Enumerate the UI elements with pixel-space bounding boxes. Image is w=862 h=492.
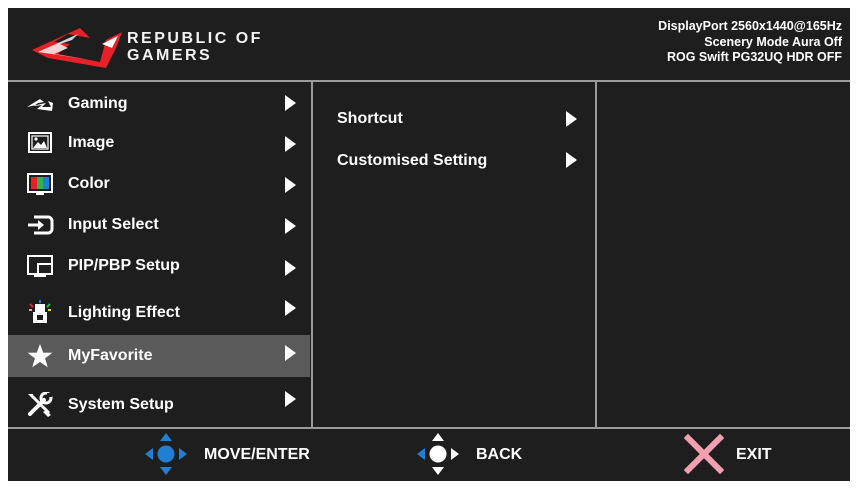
brand-name: REPUBLIC OF GAMERS: [127, 30, 263, 64]
footer-label-back: BACK: [476, 446, 523, 463]
wrench-screwdriver-icon: [28, 392, 53, 417]
menu-item-image[interactable]: Image: [8, 122, 310, 164]
chevron-right-icon: [285, 218, 296, 234]
menu-item-color[interactable]: Color: [8, 163, 310, 205]
pip-pbp-icon: [27, 255, 53, 277]
image-icon: [28, 132, 52, 153]
menu-label-image: Image: [68, 134, 115, 151]
chevron-right-icon: [285, 391, 296, 407]
submenu-item-shortcut[interactable]: Shortcut: [313, 108, 595, 138]
menu-label-myfavorite: MyFavorite: [68, 347, 153, 364]
chevron-right-icon: [566, 111, 577, 127]
chevron-right-icon: [566, 152, 577, 168]
footer-label-move-enter: MOVE/ENTER: [204, 446, 310, 463]
star-icon: [27, 344, 53, 368]
menu-item-system-setup[interactable]: System Setup: [8, 384, 310, 426]
status-model: ROG Swift PG32UQ HDR OFF: [666, 50, 842, 64]
header: REPUBLIC OF GAMERS DisplayPort 2560x1440…: [8, 8, 850, 81]
status-signal: DisplayPort 2560x1440@165Hz: [658, 19, 842, 33]
joystick-back-icon: [417, 433, 459, 475]
rog-eye-icon: [27, 99, 53, 111]
menu-label-system-setup: System Setup: [68, 396, 174, 413]
brand-line-2: GAMERS: [127, 47, 213, 64]
osd-menu: REPUBLIC OF GAMERS DisplayPort 2560x1440…: [8, 8, 850, 481]
brand-line-1: REPUBLIC OF: [127, 30, 263, 47]
status-info: DisplayPort 2560x1440@165Hz Scenery Mode…: [658, 19, 842, 66]
menu-item-gaming[interactable]: Gaming: [8, 83, 310, 125]
lighting-effect-icon: [29, 300, 51, 323]
chevron-right-icon: [285, 95, 296, 111]
chevron-right-icon: [285, 260, 296, 276]
status-mode: Scenery Mode Aura Off: [704, 34, 842, 49]
color-icon: [27, 173, 53, 195]
input-select-icon: [28, 215, 54, 235]
close-icon: [684, 434, 724, 474]
chevron-right-icon: [285, 177, 296, 193]
menu-item-myfavorite[interactable]: MyFavorite: [8, 335, 310, 377]
footer-exit[interactable]: EXIT: [684, 428, 794, 480]
submenu-item-customised-setting[interactable]: Customised Setting: [313, 150, 595, 180]
detail-panel: [597, 82, 850, 427]
menu-label-color: Color: [68, 175, 110, 192]
joystick-move-icon: [145, 433, 187, 475]
submenu-label-customised-setting: Customised Setting: [337, 152, 488, 169]
chevron-right-icon: [285, 136, 296, 152]
menu-item-lighting-effect[interactable]: Lighting Effect: [8, 292, 310, 334]
footer-label-exit: EXIT: [736, 446, 772, 463]
menu-item-pip-pbp-setup[interactable]: PIP/PBP Setup: [8, 245, 310, 287]
footer-back[interactable]: BACK: [415, 428, 555, 480]
submenu-label-shortcut: Shortcut: [337, 110, 403, 127]
menu-label-lighting-effect: Lighting Effect: [68, 304, 180, 321]
footer-move-enter[interactable]: MOVE/ENTER: [143, 428, 343, 480]
menu-label-gaming: Gaming: [68, 95, 128, 112]
menu-label-input-select: Input Select: [68, 216, 159, 233]
menu-label-pip-pbp-setup: PIP/PBP Setup: [68, 257, 180, 274]
chevron-right-icon: [285, 300, 296, 316]
chevron-right-icon: [285, 345, 296, 361]
menu-item-input-select[interactable]: Input Select: [8, 204, 310, 246]
